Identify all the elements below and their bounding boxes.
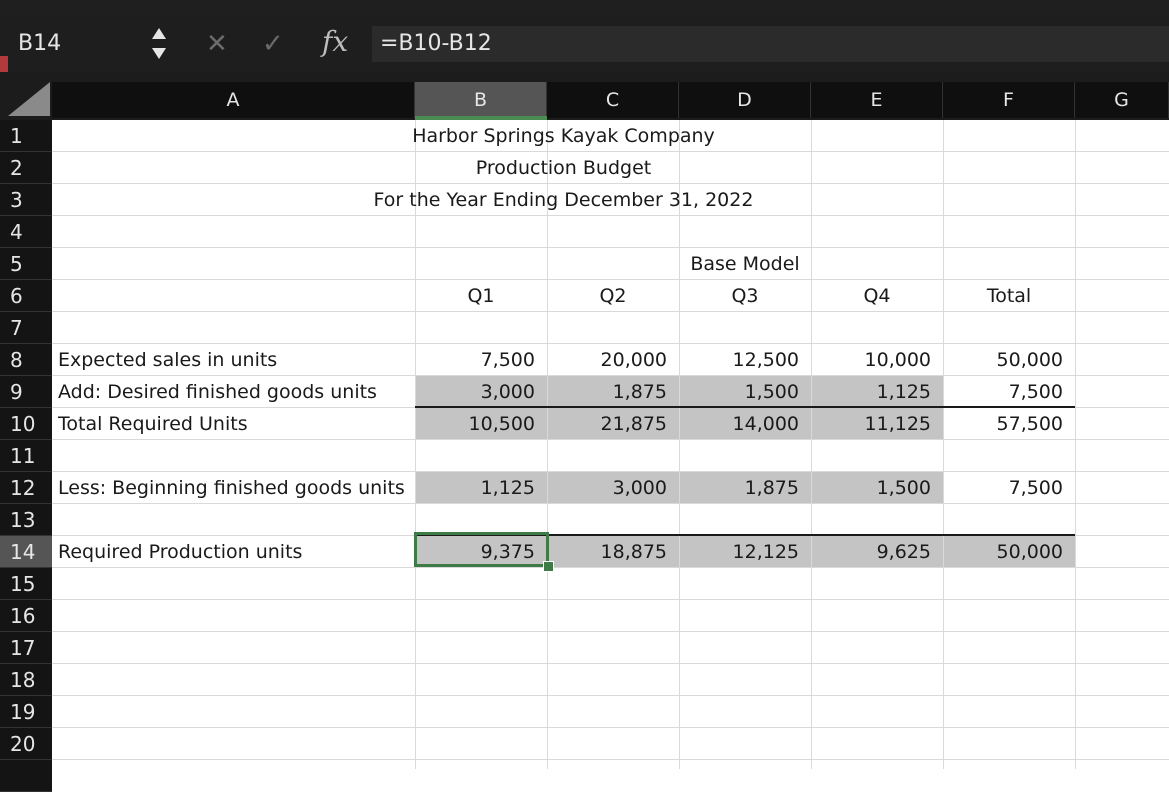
column-header-g[interactable]: G — [1075, 82, 1169, 118]
gridline — [52, 631, 1169, 632]
value-cell[interactable]: 1,125 — [811, 376, 943, 408]
gridline — [943, 120, 944, 769]
row-label[interactable]: Less: Beginning finished goods units — [52, 472, 415, 504]
stepper-up-icon[interactable] — [152, 28, 166, 39]
row-header-2[interactable]: 2 — [0, 152, 52, 184]
row-header-14[interactable]: 14 — [0, 536, 52, 568]
row-header-5[interactable]: 5 — [0, 248, 52, 280]
quarter-header[interactable]: Q1 — [415, 280, 547, 312]
row-header-9[interactable]: 9 — [0, 376, 52, 408]
row-header-4[interactable]: 4 — [0, 216, 52, 248]
row-header-21[interactable] — [0, 760, 52, 792]
gridline — [679, 120, 680, 769]
gridline — [811, 120, 812, 769]
quarter-header[interactable]: Q3 — [679, 280, 811, 312]
row-header-6[interactable]: 6 — [0, 280, 52, 312]
value-cell[interactable]: 3,000 — [415, 376, 547, 408]
value-cell[interactable]: 1,875 — [547, 376, 679, 408]
insert-function-icon[interactable]: fx — [322, 24, 348, 60]
gridline — [415, 120, 416, 769]
row-header-15[interactable]: 15 — [0, 568, 52, 600]
total-header[interactable]: Total — [943, 280, 1075, 312]
row-header-11[interactable]: 11 — [0, 440, 52, 472]
confirm-edit-icon[interactable]: ✓ — [262, 26, 284, 62]
gridline — [52, 759, 1169, 760]
value-cell[interactable]: 10,000 — [811, 344, 943, 376]
value-cell[interactable]: 7,500 — [415, 344, 547, 376]
quarter-header[interactable]: Q4 — [811, 280, 943, 312]
formula-bar: B14 ✕ ✓ fx =B10-B12 — [0, 0, 1169, 72]
formula-input[interactable]: =B10-B12 — [372, 26, 1169, 62]
column-header-a[interactable]: A — [52, 82, 415, 118]
gridline — [1075, 120, 1076, 769]
quarter-header[interactable]: Q2 — [547, 280, 679, 312]
value-cell[interactable]: 1,500 — [811, 472, 943, 504]
value-cell[interactable]: 21,875 — [547, 408, 679, 440]
row-header-16[interactable]: 16 — [0, 600, 52, 632]
row-header-13[interactable]: 13 — [0, 504, 52, 536]
value-cell[interactable]: 12,125 — [679, 536, 811, 568]
name-box-stepper[interactable] — [150, 24, 170, 64]
value-cell[interactable]: 50,000 — [943, 536, 1075, 568]
sheet-subtitle[interactable]: Production Budget — [52, 152, 1075, 184]
row-header-20[interactable]: 20 — [0, 728, 52, 760]
column-header-bar: A B C D E F G — [0, 72, 1169, 120]
gridline — [52, 599, 1169, 600]
row-label[interactable]: Add: Desired finished goods units — [52, 376, 415, 408]
row-header-18[interactable]: 18 — [0, 664, 52, 696]
spreadsheet-grid[interactable]: 1 2 3 4 5 6 7 8 9 10 11 12 13 14 15 16 1… — [0, 120, 1169, 792]
active-cell-outline[interactable] — [414, 532, 549, 567]
value-cell[interactable]: 3,000 — [547, 472, 679, 504]
gridline — [52, 695, 1169, 696]
column-header-c[interactable]: C — [547, 82, 679, 118]
value-cell[interactable]: 7,500 — [943, 472, 1075, 504]
value-cell[interactable]: 12,500 — [679, 344, 811, 376]
value-cell[interactable]: 7,500 — [943, 376, 1075, 408]
value-cell[interactable]: 18,875 — [547, 536, 679, 568]
gridline — [52, 727, 1169, 728]
name-box[interactable]: B14 — [18, 26, 138, 62]
value-cell[interactable]: 10,500 — [415, 408, 547, 440]
column-header-b[interactable]: B — [415, 82, 547, 118]
column-header-f[interactable]: F — [943, 82, 1075, 118]
select-all-corner[interactable] — [8, 82, 50, 116]
value-cell[interactable]: 1,125 — [415, 472, 547, 504]
value-cell[interactable]: 1,500 — [679, 376, 811, 408]
model-label[interactable]: Base Model — [415, 248, 1075, 280]
sheet-period[interactable]: For the Year Ending December 31, 2022 — [52, 184, 1075, 216]
row-header-12[interactable]: 12 — [0, 472, 52, 504]
sheet-title[interactable]: Harbor Springs Kayak Company — [52, 120, 1075, 152]
row-header-19[interactable]: 19 — [0, 696, 52, 728]
column-header-e[interactable]: E — [811, 82, 943, 118]
value-cell[interactable]: 11,125 — [811, 408, 943, 440]
stepper-down-icon[interactable] — [152, 48, 166, 59]
window-accent — [0, 56, 8, 72]
window-top-strip — [0, 0, 1169, 16]
column-header-d[interactable]: D — [679, 82, 811, 118]
value-cell[interactable]: 57,500 — [943, 408, 1075, 440]
fill-handle[interactable] — [543, 561, 554, 572]
row-label[interactable]: Total Required Units — [52, 408, 415, 440]
row-header-10[interactable]: 10 — [0, 408, 52, 440]
gridline — [547, 120, 548, 769]
row-header-7[interactable]: 7 — [0, 312, 52, 344]
row-label[interactable]: Expected sales in units — [52, 344, 415, 376]
value-cell[interactable]: 1,875 — [679, 472, 811, 504]
value-cell[interactable]: 20,000 — [547, 344, 679, 376]
row-header-17[interactable]: 17 — [0, 632, 52, 664]
row-header-3[interactable]: 3 — [0, 184, 52, 216]
row-header-1[interactable]: 1 — [0, 120, 52, 152]
cancel-edit-icon[interactable]: ✕ — [206, 26, 228, 62]
value-cell[interactable]: 14,000 — [679, 408, 811, 440]
row-label[interactable]: Required Production units — [52, 536, 415, 568]
row-header-8[interactable]: 8 — [0, 344, 52, 376]
gridline — [52, 663, 1169, 664]
value-cell[interactable]: 50,000 — [943, 344, 1075, 376]
value-cell[interactable]: 9,625 — [811, 536, 943, 568]
